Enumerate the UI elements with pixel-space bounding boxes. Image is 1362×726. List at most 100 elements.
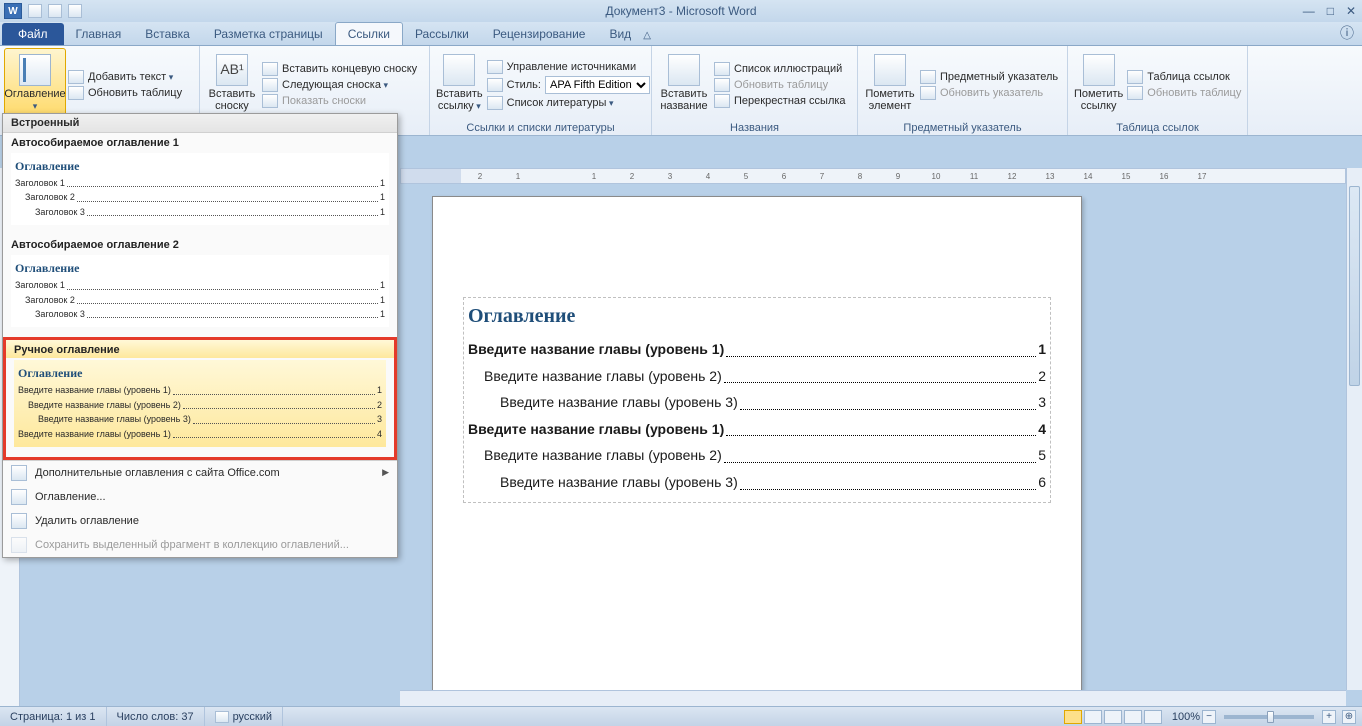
add-text-button[interactable]: Добавить текст	[66, 69, 184, 85]
cross-ref-button[interactable]: Перекрестная ссылка	[712, 93, 848, 109]
toc-line: Заголовок 21	[15, 190, 385, 204]
toc-line: Введите название главы (уровень 1)4	[468, 416, 1046, 443]
undo-icon[interactable]	[48, 4, 62, 18]
minimize-ribbon-icon[interactable]: △	[643, 30, 651, 45]
tab-file[interactable]: Файл	[2, 23, 64, 45]
zoom-level[interactable]: 100%	[1172, 711, 1200, 723]
update-toa-button[interactable]: Обновить таблицу	[1125, 85, 1243, 101]
toc-line: Введите название главы (уровень 3)6	[468, 469, 1046, 496]
update-index-button[interactable]: Обновить указатель	[918, 85, 1060, 101]
vertical-scrollbar[interactable]	[1346, 168, 1362, 690]
add-text-icon	[68, 70, 84, 84]
show-footnotes-button[interactable]: Показать сноски	[260, 93, 419, 109]
update-toc-button[interactable]: Обновить таблицу	[66, 85, 184, 101]
update-figures-icon	[714, 78, 730, 92]
more-toc-office[interactable]: Дополнительные оглавления с сайта Office…	[3, 461, 397, 485]
horizontal-scrollbar[interactable]	[400, 690, 1346, 706]
toc-line: Заголовок 31	[15, 307, 385, 321]
insert-index-button[interactable]: Предметный указатель	[918, 69, 1060, 85]
toc-line: Введите название главы (уровень 2)5	[468, 442, 1046, 469]
update-figures-button[interactable]: Обновить таблицу	[712, 77, 848, 93]
toc-line: Заголовок 11	[15, 176, 385, 190]
insert-toa-button[interactable]: Таблица ссылок	[1125, 69, 1243, 85]
insert-footnote-button[interactable]: AB¹ Вставить сноску	[204, 48, 260, 118]
insert-caption-button[interactable]: Вставить название	[656, 48, 712, 118]
citation-style-select[interactable]: APA Fifth Edition	[545, 76, 650, 94]
minimize-button[interactable]: ―	[1303, 4, 1315, 18]
gallery-item-auto2[interactable]: Оглавление Заголовок 11Заголовок 21Загол…	[11, 255, 389, 327]
toc-icon	[19, 54, 51, 86]
gallery-item-manual[interactable]: Оглавление Введите название главы (урове…	[14, 360, 386, 447]
view-print-layout-button[interactable]	[1064, 710, 1082, 724]
tab-layout[interactable]: Разметка страницы	[202, 23, 335, 45]
status-page[interactable]: Страница: 1 из 1	[0, 707, 107, 726]
save-selection-icon	[11, 537, 27, 553]
toc-line: Заголовок 31	[15, 205, 385, 219]
gallery-section-builtin: Встроенный	[3, 114, 397, 133]
list-figures-icon	[714, 62, 730, 76]
preview-title: Оглавление	[18, 366, 382, 381]
mark-citation-button[interactable]: Пометить ссылку	[1072, 48, 1125, 118]
group-label-citations: Ссылки и списки литературы	[434, 121, 647, 135]
next-footnote-button[interactable]: Следующая сноска	[260, 77, 419, 93]
remove-toc-icon	[11, 513, 27, 529]
zoom-slider-thumb[interactable]	[1267, 711, 1274, 723]
toa-icon	[1127, 70, 1143, 84]
help-icon[interactable]: ⓘ	[1340, 23, 1354, 45]
close-button[interactable]: ✕	[1346, 4, 1356, 18]
remove-toc[interactable]: Удалить оглавление	[3, 509, 397, 533]
tab-review[interactable]: Рецензирование	[481, 23, 598, 45]
toc-line: Введите название главы (уровень 1)1	[18, 383, 382, 397]
custom-toc[interactable]: Оглавление...	[3, 485, 397, 509]
gallery-item-auto1[interactable]: Оглавление Заголовок 11Заголовок 21Загол…	[11, 153, 389, 225]
mark-index-button[interactable]: Пометить элемент	[862, 48, 918, 118]
save-icon[interactable]	[28, 4, 42, 18]
tab-insert[interactable]: Вставка	[133, 23, 202, 45]
toc-content-control[interactable]: Оглавление Введите название главы (урове…	[463, 297, 1051, 503]
tab-references[interactable]: Ссылки	[335, 22, 403, 45]
cross-ref-icon	[714, 94, 730, 108]
status-bar: Страница: 1 из 1 Число слов: 37 русский …	[0, 706, 1362, 726]
chevron-right-icon: ▶	[382, 467, 389, 478]
toc-line: Введите название главы (уровень 3)3	[18, 412, 382, 426]
document-page[interactable]: Оглавление Введите название главы (урове…	[432, 196, 1082, 716]
mark-citation-label: Пометить ссылку	[1074, 88, 1123, 112]
toc-line: Введите название главы (уровень 1)1	[468, 336, 1046, 363]
tab-view[interactable]: Вид	[597, 23, 643, 45]
endnote-icon	[262, 62, 278, 76]
zoom-fit-button[interactable]: ⊕	[1342, 710, 1356, 724]
tab-mailings[interactable]: Рассылки	[403, 23, 481, 45]
gallery-item-auto2-header: Автособираемое оглавление 2	[3, 235, 397, 253]
toc-line: Введите название главы (уровень 1)4	[18, 427, 382, 441]
zoom-slider[interactable]	[1224, 715, 1314, 719]
status-language[interactable]: русский	[205, 707, 283, 726]
scrollbar-thumb[interactable]	[1349, 186, 1360, 386]
caption-icon	[668, 54, 700, 86]
horizontal-ruler[interactable]: 211234567891011121314151617	[400, 168, 1346, 184]
save-selection-toc: Сохранить выделенный фрагмент в коллекци…	[3, 533, 397, 557]
toc-button[interactable]: Оглавление	[4, 48, 66, 118]
view-outline-button[interactable]	[1124, 710, 1142, 724]
citation-icon	[443, 54, 475, 86]
gallery-highlight-border: Ручное оглавление Оглавление Введите наз…	[3, 337, 397, 460]
manage-sources-button[interactable]: Управление источниками	[485, 59, 652, 75]
view-web-button[interactable]	[1104, 710, 1122, 724]
toc-gallery-dropdown: Встроенный Автособираемое оглавление 1 О…	[2, 113, 398, 558]
insert-citation-button[interactable]: Вставить ссылку	[434, 48, 485, 118]
language-icon	[215, 711, 229, 723]
view-draft-button[interactable]	[1144, 710, 1162, 724]
tab-home[interactable]: Главная	[64, 23, 134, 45]
restore-button[interactable]: □	[1327, 4, 1334, 18]
update-icon	[68, 86, 84, 100]
zoom-in-button[interactable]: +	[1322, 710, 1336, 724]
word-app-icon: W	[4, 3, 22, 19]
status-word-count[interactable]: Число слов: 37	[107, 707, 205, 726]
show-notes-icon	[262, 94, 278, 108]
view-fullscreen-button[interactable]	[1084, 710, 1102, 724]
zoom-out-button[interactable]: −	[1202, 710, 1216, 724]
insert-endnote-button[interactable]: Вставить концевую сноску	[260, 61, 419, 77]
redo-icon[interactable]	[68, 4, 82, 18]
mark-index-label: Пометить элемент	[864, 88, 916, 112]
table-figures-button[interactable]: Список иллюстраций	[712, 61, 848, 77]
bibliography-button[interactable]: Список литературы	[485, 95, 652, 111]
